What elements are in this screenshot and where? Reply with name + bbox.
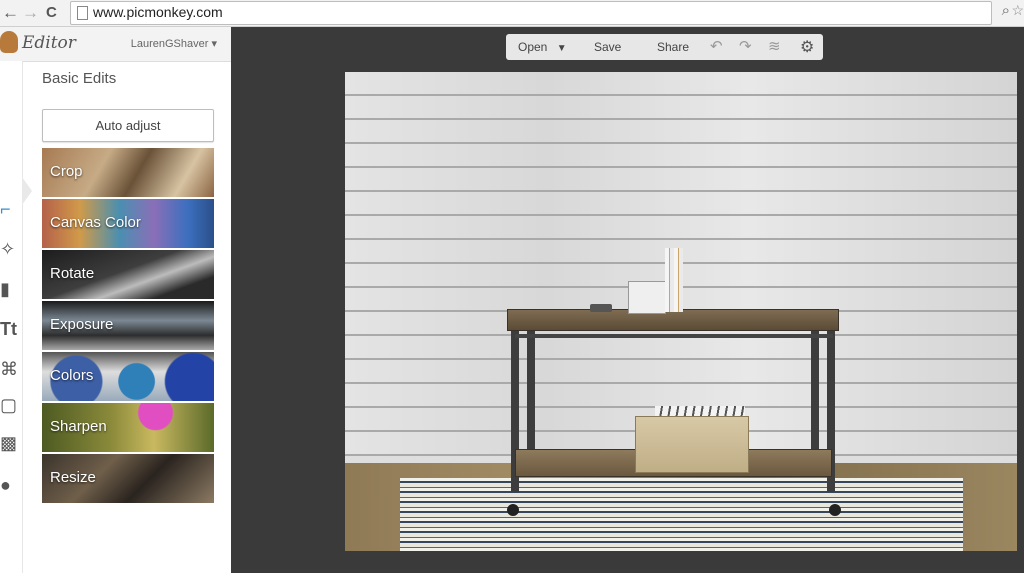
- frame-icon[interactable]: ▢: [0, 395, 22, 425]
- chevron-down-icon: ▼: [556, 43, 567, 54]
- small-decor-object: [590, 304, 612, 312]
- edit-toolbar: Open ▼ Save Share ↶ ↷ ≋ ⚙: [506, 34, 823, 60]
- sharpen-tile[interactable]: Sharpen: [42, 403, 214, 452]
- texture-icon[interactable]: ▩: [0, 433, 22, 463]
- table-wheel: [507, 504, 519, 516]
- forward-arrow-icon[interactable]: →: [22, 3, 39, 23]
- tile-label: Rotate: [50, 265, 95, 282]
- zoom-icon[interactable]: ⌕: [1002, 2, 1010, 19]
- page-icon: [77, 6, 88, 20]
- editor-sidebar: Editor LaurenGShaver ▾ ⌐ ✧ ▮ Tt ⌘ ▢ ▩ ● …: [0, 27, 231, 573]
- wall-plank: [345, 120, 1017, 144]
- text-icon[interactable]: Tt: [0, 319, 22, 349]
- bookmark-star-icon[interactable]: ☆: [1011, 2, 1024, 19]
- tool-strip: ⌐ ✧ ▮ Tt ⌘ ▢ ▩ ●: [0, 61, 23, 573]
- tile-label: Crop: [50, 163, 83, 180]
- save-button[interactable]: Save: [594, 40, 621, 54]
- open-button[interactable]: Open ▼: [518, 40, 567, 54]
- username-label: LaurenGShaver: [130, 38, 209, 50]
- brush-icon[interactable]: ▮: [0, 279, 22, 309]
- tile-label: Sharpen: [50, 418, 107, 435]
- picmonkey-logo-icon: [0, 31, 18, 53]
- resize-tile[interactable]: Resize: [42, 454, 214, 503]
- white-storage-box: [628, 281, 666, 314]
- book-stack: [665, 248, 683, 312]
- auto-adjust-button[interactable]: Auto adjust: [42, 109, 214, 142]
- wall-plank: [345, 360, 1017, 384]
- back-arrow-icon[interactable]: ←: [2, 3, 19, 23]
- tile-label: Colors: [50, 367, 94, 384]
- sidebar-header: Editor LaurenGShaver ▾: [0, 27, 231, 62]
- crop-tile[interactable]: Crop: [42, 148, 214, 197]
- wall-plank: [345, 216, 1017, 240]
- woven-basket: [635, 416, 749, 473]
- butterfly-icon[interactable]: ⌘: [0, 359, 22, 389]
- reload-icon[interactable]: C: [46, 4, 57, 21]
- panel-title: Basic Edits: [42, 70, 117, 87]
- table-wheel: [829, 504, 841, 516]
- rotate-tile[interactable]: Rotate: [42, 250, 214, 299]
- tile-label: Canvas Color: [50, 214, 141, 231]
- table-crossbar: [515, 334, 833, 338]
- apple-icon[interactable]: ●: [0, 475, 22, 505]
- active-panel-pointer: [22, 177, 32, 205]
- basic-edits-list: Crop Canvas Color Rotate Exposure Colors…: [42, 148, 214, 505]
- wall-plank: [345, 192, 1017, 216]
- tile-label: Exposure: [50, 316, 114, 333]
- chevron-down-icon: ▾: [211, 38, 217, 50]
- photo-canvas[interactable]: [345, 72, 1017, 551]
- wall-plank: [345, 336, 1017, 360]
- settings-gear-icon[interactable]: ⚙: [800, 37, 814, 57]
- share-button[interactable]: Share: [657, 40, 689, 54]
- canvas-color-tile[interactable]: Canvas Color: [42, 199, 214, 248]
- browser-toolbar: ← → C www.picmonkey.com ⌕ ☆: [0, 0, 1024, 27]
- address-bar[interactable]: www.picmonkey.com: [70, 1, 992, 25]
- tile-label: Resize: [50, 469, 96, 486]
- striped-rug: [400, 478, 963, 551]
- exposure-tile[interactable]: Exposure: [42, 301, 214, 350]
- undo-icon[interactable]: ↶: [710, 37, 723, 55]
- user-menu[interactable]: LaurenGShaver ▾: [131, 37, 217, 50]
- colors-tile[interactable]: Colors: [42, 352, 214, 401]
- crop-tool-icon[interactable]: ⌐: [0, 199, 22, 229]
- wall-plank: [345, 96, 1017, 120]
- layers-icon[interactable]: ≋: [768, 37, 781, 55]
- wall-plank: [345, 144, 1017, 168]
- console-table-top: [507, 309, 839, 331]
- url-text: www.picmonkey.com: [93, 4, 223, 20]
- magic-wand-icon[interactable]: ✧: [0, 239, 22, 269]
- wall-plank: [345, 384, 1017, 408]
- app-title: Editor: [22, 33, 76, 53]
- wall-plank: [345, 72, 1017, 96]
- wall-plank: [345, 168, 1017, 192]
- redo-icon[interactable]: ↷: [739, 37, 752, 55]
- open-label: Open: [518, 40, 548, 54]
